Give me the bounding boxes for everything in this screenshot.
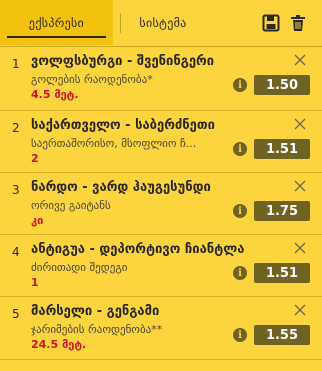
tab-system[interactable]: სისტემა — [113, 0, 213, 45]
floppy-disk-icon[interactable] — [262, 14, 280, 32]
info-icon[interactable]: i — [233, 204, 247, 218]
bet-item: 3 ნარდო - ვარდ ჰაუგესუნდი ორივე გაიტანს … — [0, 173, 322, 236]
odd-button[interactable]: 1.51 — [254, 263, 310, 283]
bet-item: 2 საქართველო - საბერძნეთი საერთაშორისო, … — [0, 111, 322, 174]
bet-match: ვოლფსბურგი - შვენინგერი — [31, 54, 215, 69]
info-icon[interactable]: i — [233, 328, 247, 342]
bet-index: 1 — [12, 57, 20, 71]
bet-selection: 24.5 მეტ. — [31, 338, 87, 351]
close-icon[interactable] — [294, 304, 306, 316]
odd-button[interactable]: 1.75 — [254, 201, 310, 221]
close-icon[interactable] — [294, 54, 306, 66]
bet-selection: კი — [31, 214, 44, 227]
bet-market: ძირითადი შედეგი — [31, 261, 128, 274]
info-icon[interactable]: i — [233, 142, 247, 156]
bet-market: საერთაშორისო, მსოფლიო ჩ... — [31, 137, 197, 150]
bet-item: 5 მარსელი - გენგამი ჯარიმების რაოდენობა*… — [0, 297, 322, 360]
close-icon[interactable] — [294, 180, 306, 192]
close-icon[interactable] — [294, 118, 306, 130]
close-icon[interactable] — [294, 242, 306, 254]
odd-button[interactable]: 1.51 — [254, 139, 310, 159]
bet-match: ანტიგუა - დეპორტივო ჩიანტლა — [31, 242, 245, 257]
odd-button[interactable]: 1.50 — [254, 75, 310, 95]
info-icon[interactable]: i — [233, 78, 247, 92]
odd-button[interactable]: 1.55 — [254, 325, 310, 345]
bet-index: 2 — [12, 121, 20, 135]
bet-selection: 1 — [31, 276, 39, 289]
bet-match: მარსელი - გენგამი — [31, 304, 160, 319]
divider — [0, 359, 322, 360]
betslip-tabs: ექსპრესი სისტემა — [0, 0, 322, 47]
bet-match: საქართველო - საბერძნეთი — [31, 118, 215, 133]
bet-index: 3 — [12, 183, 20, 197]
bet-index: 4 — [12, 245, 20, 259]
bet-market: ორივე გაიტანს — [31, 199, 111, 212]
betslip-panel: ექსპრესი სისტემა 1 ვოლფსბურგი - შვენინგე… — [0, 0, 322, 371]
tab-express[interactable]: ექსპრესი — [0, 0, 113, 45]
trash-icon[interactable] — [289, 14, 307, 32]
info-icon[interactable]: i — [233, 266, 247, 280]
bet-selection: 4.5 მეტ. — [31, 88, 79, 101]
bet-match: ნარდო - ვარდ ჰაუგესუნდი — [31, 180, 211, 195]
bet-selection: 2 — [31, 152, 39, 165]
bet-market: ჯარიმების რაოდენობა** — [31, 323, 163, 336]
bet-market: გოლების რაოდენობა* — [31, 73, 153, 86]
bet-item: 1 ვოლფსბურგი - შვენინგერი გოლების რაოდენ… — [0, 47, 322, 110]
bet-index: 5 — [12, 307, 20, 321]
bet-item: 4 ანტიგუა - დეპორტივო ჩიანტლა ძირითადი შ… — [0, 235, 322, 298]
